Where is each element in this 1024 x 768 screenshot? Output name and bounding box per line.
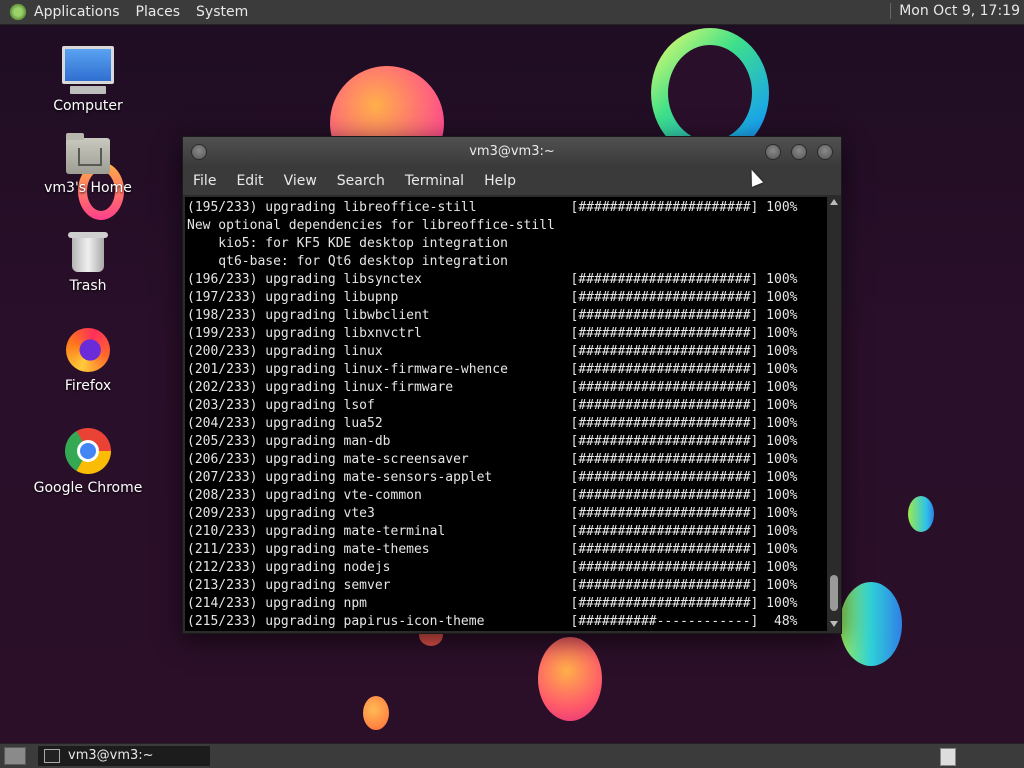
terminal-line: (204/233) upgrading lua52 [#############…: [187, 416, 798, 431]
terminal-line: qt6-base: for Qt6 desktop integration: [187, 254, 508, 269]
terminal-menubar: File Edit View Search Terminal Help: [183, 167, 841, 195]
terminal-line: (200/233) upgrading linux [#############…: [187, 344, 798, 359]
terminal-line: (197/233) upgrading libupnp [###########…: [187, 290, 798, 305]
home-folder-icon: [28, 133, 148, 174]
terminal-line: kio5: for KF5 KDE desktop integration: [187, 236, 508, 251]
terminal-icon: [44, 749, 60, 763]
terminal-line: (215/233) upgrading papirus-icon-theme […: [187, 614, 798, 629]
clock[interactable]: Mon Oct 9, 17:19: [890, 3, 1020, 19]
menu-applications[interactable]: Applications: [34, 4, 120, 20]
desktop-icon-label: Firefox: [64, 378, 112, 394]
terminal-line: (209/233) upgrading vte3 [##############…: [187, 506, 798, 521]
wallpaper-blob: [908, 496, 934, 532]
distro-logo-icon[interactable]: [8, 3, 28, 21]
menu-terminal[interactable]: Terminal: [405, 173, 464, 189]
computer-icon: [28, 46, 148, 94]
terminal-line: (202/233) upgrading linux-firmware [####…: [187, 380, 798, 395]
chrome-icon: [28, 428, 148, 474]
menu-search[interactable]: Search: [337, 173, 385, 189]
top-panel: Applications Places System Mon Oct 9, 17…: [0, 0, 1024, 24]
desktop-icon-label: Computer: [53, 98, 123, 114]
terminal-line: (195/233) upgrading libreoffice-still [#…: [187, 200, 798, 215]
desktop-icon-firefox[interactable]: Firefox: [28, 328, 148, 394]
terminal-line: (199/233) upgrading libxnvctrl [########…: [187, 326, 798, 341]
window-menu-icon[interactable]: [191, 144, 207, 160]
menu-system[interactable]: System: [196, 4, 248, 20]
terminal-line: (214/233) upgrading npm [###############…: [187, 596, 798, 611]
trash-icon: [28, 232, 148, 272]
terminal-line: (203/233) upgrading lsof [##############…: [187, 398, 798, 413]
window-title: vm3@vm3:~: [469, 144, 555, 159]
maximize-button[interactable]: [791, 144, 807, 160]
menu-view[interactable]: View: [284, 173, 317, 189]
scrollbar-thumb[interactable]: [830, 575, 838, 611]
terminal-line: (212/233) upgrading nodejs [############…: [187, 560, 798, 575]
desktop-icon-label: vm3's Home: [44, 180, 132, 196]
menu-help[interactable]: Help: [484, 173, 516, 189]
bottom-panel: vm3@vm3:~: [0, 743, 1024, 768]
taskbar-item-label: vm3@vm3:~: [68, 748, 154, 763]
close-button[interactable]: [817, 144, 833, 160]
minimize-button[interactable]: [765, 144, 781, 160]
desktop-icon-trash[interactable]: Trash: [28, 232, 148, 294]
terminal-line: (208/233) upgrading vte-common [########…: [187, 488, 798, 503]
terminal-line: (201/233) upgrading linux-firmware-whenc…: [187, 362, 798, 377]
terminal-line: (207/233) upgrading mate-sensors-applet …: [187, 470, 798, 485]
show-desktop-button[interactable]: [4, 747, 26, 765]
terminal-output[interactable]: (195/233) upgrading libreoffice-still [#…: [185, 197, 827, 631]
terminal-line: New optional dependencies for libreoffic…: [187, 218, 555, 233]
menu-places[interactable]: Places: [136, 4, 181, 20]
desktop-icon-computer[interactable]: Computer: [28, 46, 148, 114]
terminal-line: (198/233) upgrading libwbclient [#######…: [187, 308, 798, 323]
taskbar-item-terminal[interactable]: vm3@vm3:~: [38, 746, 210, 766]
terminal-line: (205/233) upgrading man-db [############…: [187, 434, 798, 449]
terminal-line: (213/233) upgrading semver [############…: [187, 578, 798, 593]
workspace-switcher[interactable]: [940, 748, 956, 766]
wallpaper-blob: [840, 582, 902, 666]
wallpaper-blob: [538, 637, 602, 721]
scroll-up-arrow-icon[interactable]: [830, 199, 838, 205]
menu-file[interactable]: File: [193, 173, 216, 189]
menu-edit[interactable]: Edit: [236, 173, 263, 189]
terminal-line: (211/233) upgrading mate-themes [#######…: [187, 542, 798, 557]
firefox-icon: [28, 328, 148, 372]
terminal-line: (206/233) upgrading mate-screensaver [##…: [187, 452, 798, 467]
window-titlebar[interactable]: vm3@vm3:~: [183, 137, 841, 167]
terminal-scrollbar[interactable]: [828, 197, 840, 631]
terminal-window[interactable]: vm3@vm3:~ File Edit View Search Terminal…: [182, 136, 842, 634]
desktop-icon-label: Google Chrome: [33, 480, 143, 496]
desktop-icon-home[interactable]: vm3's Home: [28, 133, 148, 196]
terminal-line: (210/233) upgrading mate-terminal [#####…: [187, 524, 798, 539]
desktop-icon-label: Trash: [69, 278, 107, 294]
terminal-line: (196/233) upgrading libsynctex [########…: [187, 272, 798, 287]
wallpaper-blob: [363, 696, 389, 730]
scroll-down-arrow-icon[interactable]: [830, 621, 838, 627]
desktop-icon-chrome[interactable]: Google Chrome: [28, 428, 148, 496]
